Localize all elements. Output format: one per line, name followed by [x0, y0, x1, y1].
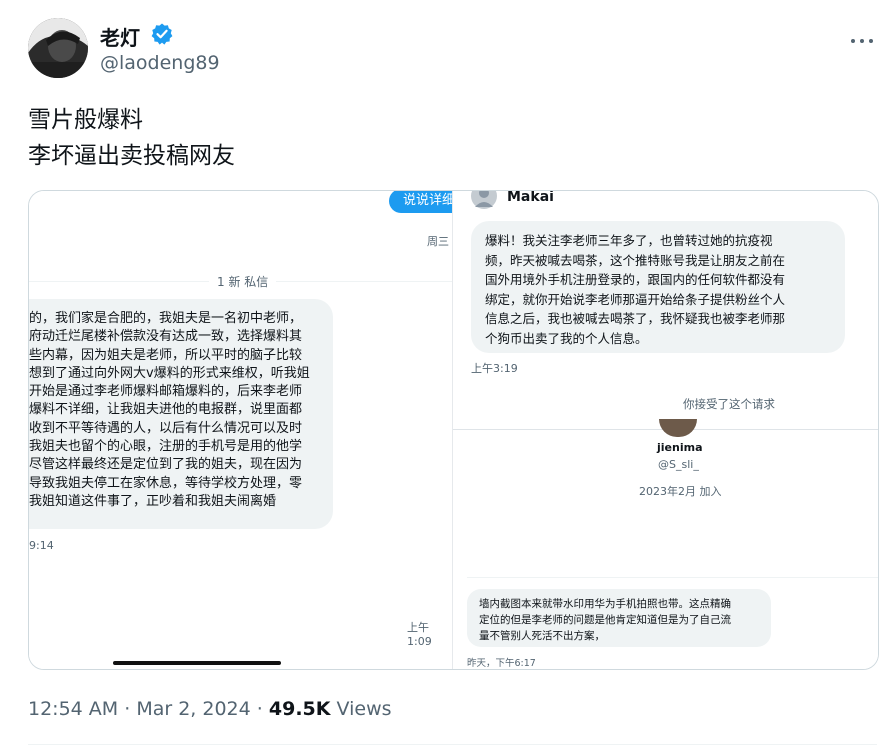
avatar[interactable]: [28, 18, 88, 78]
profile-handle: @S_sli_: [658, 458, 699, 471]
message-line: 定位的但是李老师的问题是他肯定知道但是为了自己流: [479, 614, 731, 626]
new-message-divider: 1 新 私信: [209, 273, 277, 290]
more-horizontal-icon[interactable]: [850, 26, 874, 51]
sender-avatar: [471, 191, 497, 209]
bottom-time: 上午1:09: [407, 621, 432, 648]
tweet-date[interactable]: Mar 2, 2024: [136, 698, 250, 720]
message-bubble: 爆料！我关注李老师三年多了，也曾转过她的抗疫视 频，昨天被喊去喝茶，这个推特账号…: [471, 221, 845, 353]
message-line: 爆料不详细，让我姐夫进他的电报群，说里面都: [29, 402, 303, 418]
right-screenshot[interactable]: Makai 爆料！我关注李老师三年多了，也曾转过她的抗疫视 频，昨天被喊去喝茶，…: [452, 191, 878, 669]
message-line: 绑定，就你开始说李老师那逼开始给条子提供粉丝个人: [485, 291, 786, 307]
tweet-time[interactable]: 12:54 AM: [28, 698, 118, 720]
home-indicator: [113, 661, 281, 665]
message-line: 尽管这样最终还是定位到了我的姐夫，现在因为: [29, 457, 303, 473]
message-line: 开始是通过李老师爆料邮箱爆料的，后来李老师: [29, 384, 303, 400]
sent-bubble: 说说详细: [389, 191, 452, 213]
message-line: 个狗币出卖了我的个人信息。: [485, 330, 648, 346]
message-time: 9:14: [29, 539, 54, 552]
tweet-media[interactable]: 说说详细 周三 1 新 私信 的，我们家是合肥的，我姐夫是一名初中老师， 府动迁…: [28, 190, 879, 670]
message-line: 府动迁烂尾楼补偿款没有达成一致，选择爆料其: [29, 329, 303, 345]
message-line: 量不管别人死活不出方案，: [479, 630, 605, 642]
message-line: 信息之后，我也被喊去喝茶了，我怀疑我也被李老师那: [485, 311, 786, 326]
tweet-line-1: 雪片般爆料: [28, 107, 143, 133]
profile-avatar: [659, 419, 697, 437]
views-label: Views: [336, 698, 392, 720]
message-line: 国外用境外手机注册登录的，跟国内的任何软件都没有: [485, 272, 786, 287]
author-name[interactable]: 老灯: [100, 22, 140, 51]
message-time: 上午3:19: [471, 362, 518, 375]
accepted-notice: 你接受了这个请求: [683, 397, 775, 411]
left-screenshot[interactable]: 说说详细 周三 1 新 私信 的，我们家是合肥的，我姐夫是一名初中老师， 府动迁…: [29, 191, 452, 669]
author-handle[interactable]: @laodeng89: [100, 52, 220, 74]
tweet-text: 雪片般爆料 李坏逼出卖投稿网友: [28, 102, 235, 174]
message-bubble: 的，我们家是合肥的，我姐夫是一名初中老师， 府动迁烂尾楼补偿款没有达成一致，选择…: [29, 299, 333, 529]
message-time: 昨天，下午6:17: [467, 658, 536, 669]
sender-name: Makai: [507, 191, 554, 205]
tweet-line-2: 李坏逼出卖投稿网友: [28, 143, 235, 169]
message-bubble: 墙内截图本来就带水印用华为手机拍照也带。这点精确 定位的但是李老师的问题是他肯定…: [467, 589, 771, 647]
profile-joined: 2023年2月 加入: [639, 485, 722, 498]
message-line: 我姐知道这件事了，正吵着和我姐夫闹离婚: [29, 493, 277, 509]
message-line: 的，我们家是合肥的，我姐夫是一名初中老师，: [29, 311, 303, 326]
profile-name: jienima: [657, 441, 703, 454]
message-line: 我姐夫也留个的心眼，注册的手机号是用的他学: [29, 439, 303, 455]
message-line: 些内幕，因为姐夫是老师，所以平时的脑子比较: [29, 347, 303, 363]
separator-dot: ·: [124, 698, 137, 720]
sent-time: 周三: [427, 235, 449, 248]
divider: [467, 577, 878, 578]
message-line: 导致我姐夫停工在家休息，等待学校方处理，零: [29, 475, 303, 491]
verified-badge-icon: [150, 22, 174, 46]
message-line: 收到不平等待遇的人，以后有什么情况可以及时: [29, 420, 303, 436]
message-line: 墙内截图本来就带水印用华为手机拍照也带。这点精确: [479, 598, 731, 610]
message-line: 爆料！我关注李老师三年多了，也曾转过她的抗疫视: [485, 233, 773, 248]
separator-dot: ·: [256, 698, 269, 720]
tweet-meta: 12:54 AM · Mar 2, 2024 · 49.5K Views: [28, 698, 392, 720]
divider: [28, 744, 877, 745]
views-count: 49.5K: [268, 698, 331, 720]
message-line: 想到了通过向外网大v爆料的形式来维权，听我姐: [29, 365, 310, 381]
message-line: 频，昨天被喊去喝茶，这个推特账号我是让朋友之前在: [485, 252, 786, 268]
